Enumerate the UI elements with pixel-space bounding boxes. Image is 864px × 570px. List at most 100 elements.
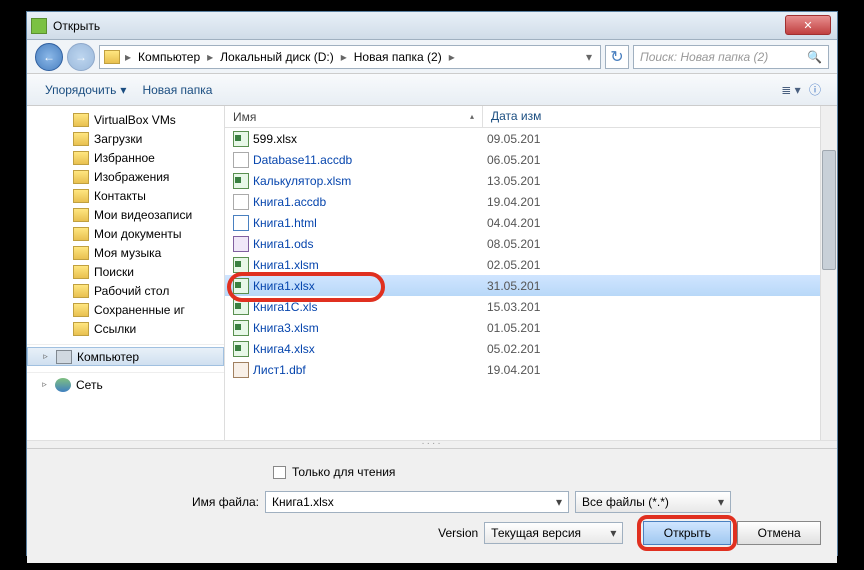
sidebar-item[interactable]: Контакты: [27, 186, 224, 205]
folder-icon: [73, 265, 89, 279]
file-date: 06.05.201: [487, 153, 540, 167]
sidebar-item-label: VirtualBox VMs: [94, 113, 176, 127]
open-dialog: Открыть ✕ ← → ▸ Компьютер ▸ Локальный ди…: [26, 11, 838, 556]
sidebar-item[interactable]: Рабочий стол: [27, 281, 224, 300]
nav-forward-button[interactable]: →: [67, 43, 95, 71]
file-icon: [233, 257, 249, 273]
file-name: Книга1.html: [253, 216, 487, 230]
folder-icon: [73, 303, 89, 317]
sidebar-item[interactable]: VirtualBox VMs: [27, 110, 224, 129]
search-input[interactable]: Поиск: Новая папка (2) 🔍: [633, 45, 829, 69]
sidebar-item-label: Моя музыка: [94, 246, 161, 260]
sidebar: VirtualBox VMs Загрузки ИзбранноеИзображен…: [27, 106, 225, 440]
sidebar-item-network[interactable]: ▹ Сеть: [27, 375, 224, 394]
file-row[interactable]: 599.xlsx09.05.201: [225, 128, 820, 149]
file-row[interactable]: Книга1.accdb19.04.201: [225, 191, 820, 212]
folder-icon: [73, 113, 89, 127]
breadcrumb-item[interactable]: Новая папка (2): [352, 48, 444, 66]
nav-back-button[interactable]: ←: [35, 43, 63, 71]
file-row[interactable]: Книга1.ods08.05.201: [225, 233, 820, 254]
search-placeholder: Поиск: Новая папка (2): [640, 50, 768, 64]
help-button[interactable]: ⓘ: [803, 79, 827, 101]
nav-bar: ← → ▸ Компьютер ▸ Локальный диск (D:) ▸ …: [27, 40, 837, 74]
sidebar-item[interactable]: Избранное: [27, 148, 224, 167]
file-date: 04.04.201: [487, 216, 540, 230]
sidebar-item[interactable]: Моя музыка: [27, 243, 224, 262]
sidebar-item[interactable]: Загрузки: [27, 129, 224, 148]
sidebar-item[interactable]: Ссылки: [27, 319, 224, 338]
sidebar-item-label: Компьютер: [77, 350, 139, 364]
file-row[interactable]: Database11.accdb06.05.201: [225, 149, 820, 170]
folder-icon: [73, 170, 89, 184]
file-icon: [233, 236, 249, 252]
file-icon: [233, 278, 249, 294]
sidebar-item[interactable]: Мои видеозаписи: [27, 205, 224, 224]
filename-input[interactable]: Книга1.xlsx: [265, 491, 569, 513]
chevron-down-icon[interactable]: ▾: [582, 50, 596, 64]
file-row[interactable]: Книга3.xlsm01.05.201: [225, 317, 820, 338]
search-icon: 🔍: [807, 50, 822, 64]
breadcrumb[interactable]: ▸ Компьютер ▸ Локальный диск (D:) ▸ Нова…: [99, 45, 601, 69]
file-name: Лист1.dbf: [253, 363, 487, 377]
sidebar-item[interactable]: Изображения: [27, 167, 224, 186]
expand-icon: ▹: [39, 379, 50, 390]
organize-button[interactable]: Упорядочить ▾: [37, 79, 134, 101]
close-button[interactable]: ✕: [785, 15, 831, 35]
folder-icon: [73, 189, 89, 203]
sidebar-item[interactable]: Поиски: [27, 262, 224, 281]
sidebar-item-label: Рабочий стол: [94, 284, 169, 298]
new-folder-button[interactable]: Новая папка: [134, 79, 220, 101]
column-date[interactable]: Дата изм: [483, 106, 820, 127]
splitter[interactable]: [27, 440, 837, 448]
file-date: 31.05.201: [487, 279, 540, 293]
file-name: Книга1C.xls: [253, 300, 487, 314]
sidebar-item-label: Сеть: [76, 378, 103, 392]
file-date: 19.04.201: [487, 195, 540, 209]
sidebar-item[interactable]: Мои документы: [27, 224, 224, 243]
sidebar-item-label: Контакты: [94, 189, 146, 203]
list-header: Имя▴ Дата изм: [225, 106, 820, 128]
file-row[interactable]: Книга1.xlsx31.05.201: [225, 275, 820, 296]
filter-select[interactable]: Все файлы (*.*): [575, 491, 731, 513]
folder-icon: [73, 132, 89, 146]
version-select[interactable]: Текущая версия: [484, 522, 623, 544]
file-icon: [233, 152, 249, 168]
file-area: Имя▴ Дата изм 599.xlsx09.05.201Database1…: [225, 106, 837, 440]
sidebar-item-label: Мои документы: [94, 227, 181, 241]
file-row[interactable]: Калькулятор.xlsm13.05.201: [225, 170, 820, 191]
sidebar-item[interactable]: Сохраненные иг: [27, 300, 224, 319]
file-icon: [233, 341, 249, 357]
file-row[interactable]: Книга4.xlsx05.02.201: [225, 338, 820, 359]
file-icon: [233, 320, 249, 336]
window-title: Открыть: [53, 19, 100, 33]
cancel-button[interactable]: Отмена: [737, 521, 821, 545]
file-row[interactable]: Лист1.dbf19.04.201: [225, 359, 820, 380]
file-row[interactable]: Книга1.html04.04.201: [225, 212, 820, 233]
breadcrumb-item[interactable]: Локальный диск (D:): [218, 48, 336, 66]
expand-icon: ▹: [40, 351, 51, 362]
column-name[interactable]: Имя▴: [225, 106, 483, 127]
computer-icon: [56, 350, 72, 364]
folder-icon: [73, 322, 89, 336]
scrollbar[interactable]: [820, 106, 837, 440]
file-row[interactable]: Книга1.xlsm02.05.201: [225, 254, 820, 275]
file-date: 02.05.201: [487, 258, 540, 272]
open-button[interactable]: Открыть: [643, 521, 731, 545]
bottom-panel: Только для чтения Имя файла: Книга1.xlsx…: [27, 448, 837, 563]
refresh-button[interactable]: ↻: [605, 45, 629, 69]
file-date: 09.05.201: [487, 132, 540, 146]
file-icon: [233, 194, 249, 210]
view-options-button[interactable]: ≣ ▾: [779, 79, 803, 101]
readonly-checkbox[interactable]: [273, 466, 286, 479]
file-name: Книга1.ods: [253, 237, 487, 251]
sidebar-item-computer[interactable]: ▹ Компьютер: [27, 347, 224, 366]
file-row[interactable]: Книга1C.xls15.03.201: [225, 296, 820, 317]
sidebar-item-label: Загрузки: [94, 132, 142, 146]
arrow-right-icon: →: [75, 50, 87, 64]
chevron-right-icon: ▸: [446, 50, 458, 64]
scrollbar-thumb[interactable]: [822, 150, 836, 270]
file-icon: [233, 215, 249, 231]
arrow-left-icon: ←: [43, 50, 55, 64]
breadcrumb-item[interactable]: Компьютер: [136, 48, 202, 66]
file-date: 01.05.201: [487, 321, 540, 335]
